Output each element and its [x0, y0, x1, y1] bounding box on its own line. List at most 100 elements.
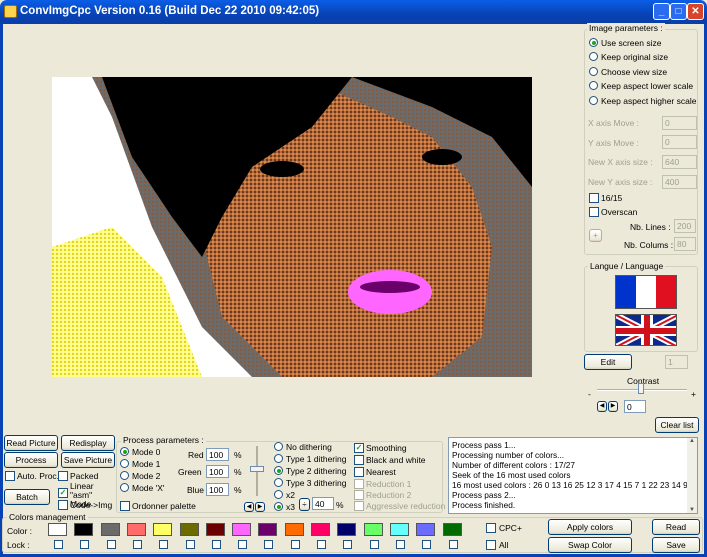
- reduction2-checkbox[interactable]: [354, 490, 364, 500]
- lock-checkbox-4[interactable]: [159, 540, 169, 549]
- type2-dithering-radio[interactable]: [274, 466, 283, 475]
- uk-flag-button[interactable]: [615, 314, 677, 346]
- new-y-axis-size-input[interactable]: 400: [662, 175, 697, 189]
- lock-checkbox-10[interactable]: [317, 540, 326, 549]
- color-swatch-12[interactable]: [363, 523, 383, 536]
- read-colors-button[interactable]: Read: [652, 519, 700, 535]
- lock-checkbox-0[interactable]: [54, 540, 63, 549]
- color-swatch-10[interactable]: [311, 523, 330, 536]
- contrast-value-input[interactable]: 0: [624, 400, 646, 413]
- lock-checkbox-6[interactable]: [211, 540, 221, 549]
- x2-radio[interactable]: [274, 490, 283, 499]
- blue-input[interactable]: 100: [206, 483, 229, 496]
- all-checkbox[interactable]: [486, 540, 496, 550]
- minimize-button[interactable]: _: [653, 3, 670, 20]
- color-swatch-15[interactable]: [442, 523, 462, 536]
- scale-right-button[interactable]: ▶: [255, 502, 265, 512]
- lock-checkbox-8[interactable]: [264, 540, 274, 549]
- scale-spin-button[interactable]: ÷: [299, 498, 310, 511]
- use-screen-size-radio[interactable]: [589, 38, 598, 47]
- y-axis-move-input[interactable]: 0: [662, 135, 697, 149]
- lock-checkbox-7[interactable]: [238, 540, 248, 549]
- scroll-up-icon[interactable]: ▲: [687, 438, 697, 444]
- color-swatch-14[interactable]: [416, 523, 436, 536]
- auto-proc-checkbox[interactable]: [5, 471, 15, 481]
- apply-colors-button[interactable]: Apply colors: [548, 519, 632, 535]
- lock-checkbox-3[interactable]: [132, 540, 142, 549]
- mode-1-radio[interactable]: [120, 459, 129, 468]
- color-swatch-1[interactable]: [74, 523, 94, 536]
- new-x-axis-size-input[interactable]: 640: [662, 155, 697, 169]
- x3-radio[interactable]: [274, 502, 283, 511]
- choose-view-size-radio[interactable]: [589, 67, 598, 76]
- lock-checkbox-13[interactable]: [395, 540, 405, 549]
- save-colors-button[interactable]: Save: [652, 537, 700, 553]
- lock-checkbox-1[interactable]: [80, 540, 90, 549]
- mode-0-radio[interactable]: [120, 447, 129, 456]
- no-dithering-radio[interactable]: [274, 442, 283, 451]
- scale-left-button[interactable]: ◀: [244, 502, 254, 512]
- x-axis-move-input[interactable]: 0: [662, 116, 697, 130]
- swap-color-button[interactable]: Swap Color: [548, 537, 632, 553]
- lock-checkbox-2[interactable]: [106, 540, 116, 549]
- red-input[interactable]: 100: [206, 448, 229, 461]
- contrast-left-button[interactable]: ◀: [597, 401, 607, 412]
- edit-value-input[interactable]: 1: [665, 355, 688, 369]
- color-swatch-3[interactable]: [126, 523, 146, 536]
- color-swatch-7[interactable]: [232, 523, 252, 536]
- lock-checkbox-15[interactable]: [448, 540, 458, 549]
- keep-aspect-higher-radio[interactable]: [589, 96, 598, 105]
- close-button[interactable]: ✕: [687, 3, 704, 20]
- french-flag-button[interactable]: [615, 275, 677, 309]
- color-swatch-11[interactable]: [337, 523, 357, 536]
- edit-button[interactable]: Edit: [584, 354, 632, 370]
- cpc-plus-checkbox[interactable]: [486, 523, 496, 533]
- nb-columns-input[interactable]: 80: [674, 237, 696, 251]
- color-swatch-2[interactable]: [100, 523, 120, 536]
- overscan-checkbox[interactable]: [589, 207, 599, 217]
- lock-checkbox-9[interactable]: [290, 540, 300, 549]
- color-swatch-9[interactable]: [284, 523, 304, 536]
- black-white-checkbox[interactable]: [354, 455, 364, 465]
- lock-checkbox-12[interactable]: [369, 540, 379, 549]
- mode-x-radio[interactable]: [120, 483, 129, 492]
- lock-checkbox-11[interactable]: [343, 540, 353, 549]
- color-swatch-6[interactable]: [205, 523, 225, 536]
- color-swatch-5[interactable]: [179, 523, 199, 536]
- lock-checkbox-14[interactable]: [422, 540, 432, 549]
- keep-original-size-radio[interactable]: [589, 52, 598, 61]
- type1-dithering-radio[interactable]: [274, 454, 283, 463]
- code-img-checkbox[interactable]: [58, 500, 68, 510]
- batch-button[interactable]: Batch: [4, 489, 50, 505]
- aggressive-reduction-checkbox[interactable]: [354, 501, 364, 511]
- ordonner-palette-checkbox[interactable]: [120, 501, 130, 511]
- ratio-16-15-checkbox[interactable]: [589, 193, 599, 203]
- linear-asm-checkbox[interactable]: ✓: [58, 488, 68, 498]
- color-swatch-13[interactable]: [389, 523, 409, 536]
- rgb-slider-thumb[interactable]: [250, 466, 264, 472]
- save-picture-button[interactable]: Save Picture: [61, 452, 115, 468]
- plus-button[interactable]: +: [589, 229, 602, 242]
- redisplay-button[interactable]: Redisplay: [61, 435, 115, 451]
- keep-aspect-lower-radio[interactable]: [589, 81, 598, 90]
- color-swatch-8[interactable]: [258, 523, 278, 536]
- color-swatch-4[interactable]: [153, 523, 173, 536]
- read-picture-button[interactable]: Read Picture: [4, 435, 58, 451]
- reduction1-checkbox[interactable]: [354, 479, 364, 489]
- nearest-checkbox[interactable]: [354, 467, 364, 477]
- nb-lines-input[interactable]: 200: [674, 219, 696, 233]
- clear-list-button[interactable]: Clear list: [655, 417, 699, 433]
- scroll-down-icon[interactable]: ▼: [687, 507, 697, 513]
- contrast-right-button[interactable]: ▶: [608, 401, 618, 412]
- process-button[interactable]: Process: [4, 452, 58, 468]
- process-log[interactable]: Process pass 1... Processing number of c…: [448, 437, 698, 514]
- contrast-slider-thumb[interactable]: [638, 383, 644, 394]
- log-scrollbar[interactable]: ▲ ▼: [687, 438, 697, 513]
- mode-2-radio[interactable]: [120, 471, 129, 480]
- maximize-button[interactable]: □: [670, 3, 687, 20]
- lock-checkbox-5[interactable]: [185, 540, 195, 549]
- smoothing-checkbox[interactable]: ✓: [354, 443, 364, 453]
- type3-dithering-radio[interactable]: [274, 478, 283, 487]
- color-swatch-0[interactable]: [48, 523, 67, 536]
- packed-checkbox[interactable]: [58, 471, 68, 481]
